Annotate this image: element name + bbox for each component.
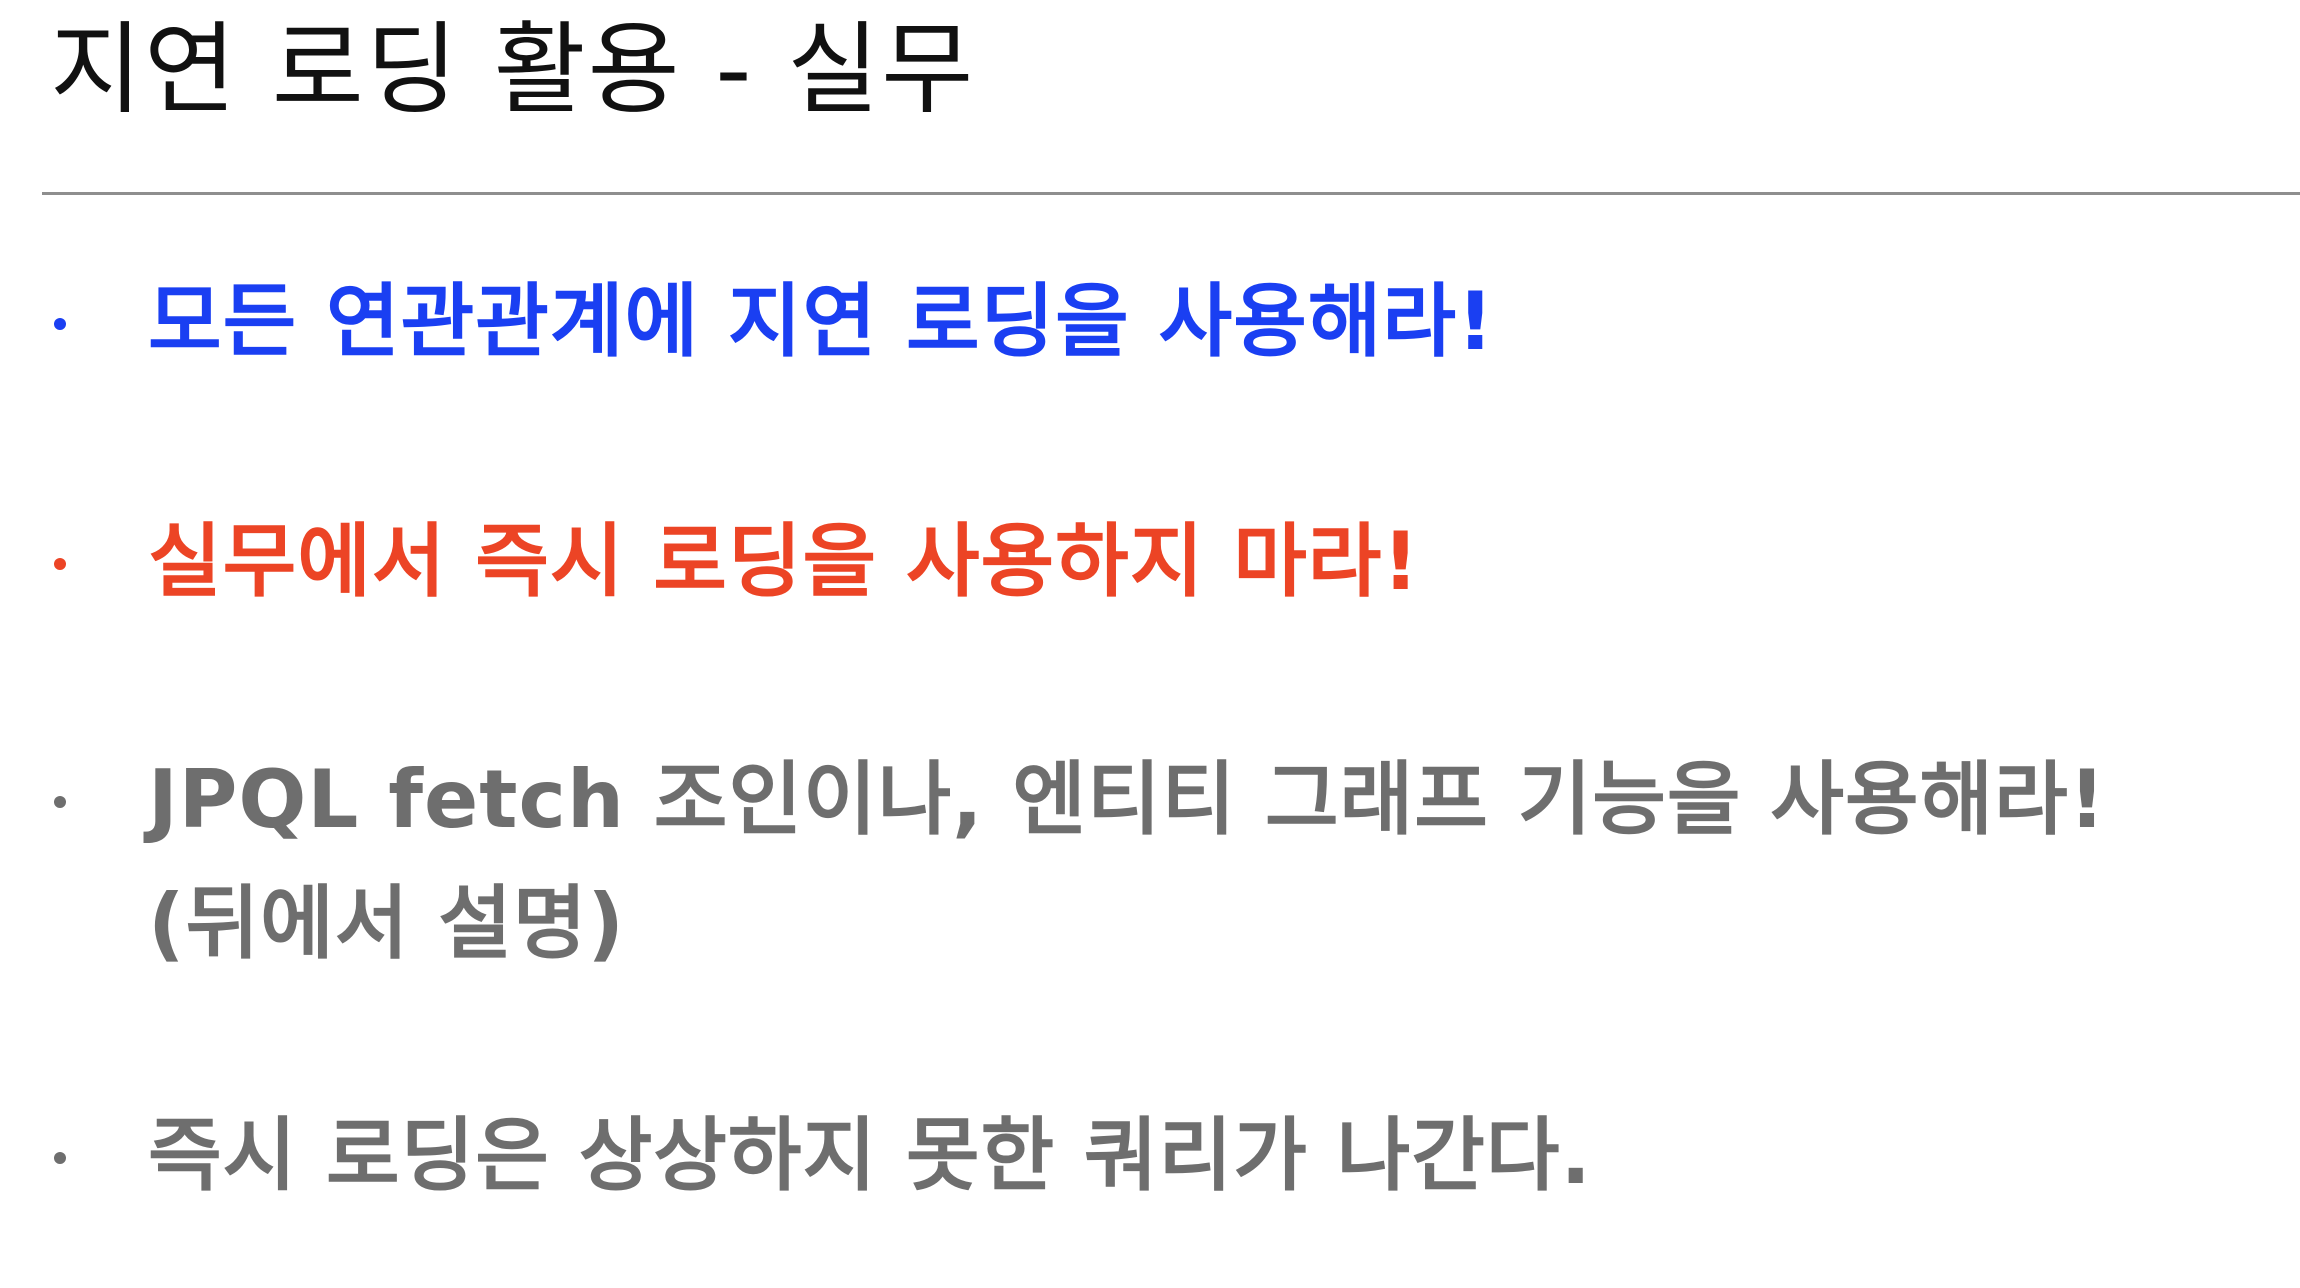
bullet-list: 모든 연관관계에 지연 로딩을 사용해라! 실무에서 즉시 로딩을 사용하지 마… (0, 0, 2300, 1288)
bullet-text: JPQL fetch 조인이나, 엔티티 그래프 기능을 사용해라! (뒤에서 … (148, 738, 2268, 986)
bullet-text-line-1: JPQL fetch 조인이나, 엔티티 그래프 기능을 사용해라! (148, 753, 2107, 846)
bullet-text: 모든 연관관계에 지연 로딩을 사용해라! (148, 275, 1495, 368)
bullet-text-line-2: (뒤에서 설명) (148, 877, 625, 970)
bullet-dot-icon (54, 318, 66, 330)
bullet-text: 즉시 로딩은 상상하지 못한 쿼리가 나간다. (148, 1109, 1592, 1202)
bullet-dot-icon (54, 558, 66, 570)
bullet-dot-icon (54, 796, 66, 808)
bullet-dot-icon (54, 1152, 66, 1164)
bullet-text: 실무에서 즉시 로딩을 사용하지 마라! (148, 515, 1420, 608)
